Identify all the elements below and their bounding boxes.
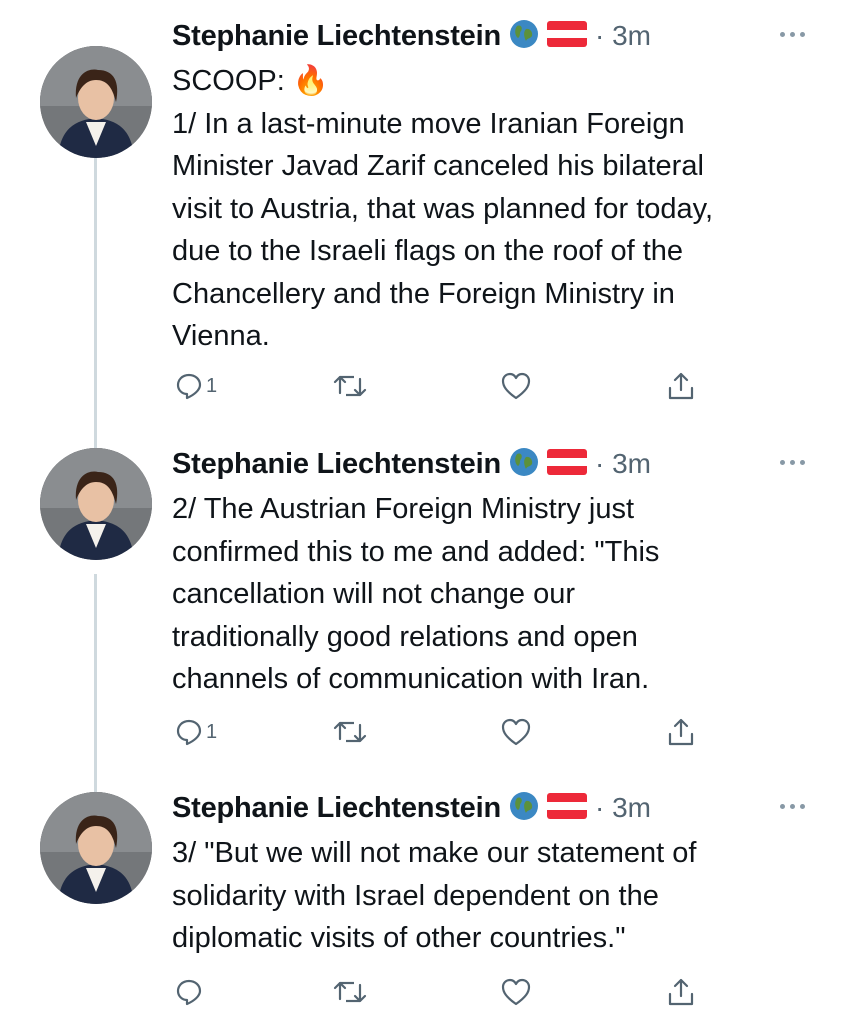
tweet-text: 2/ The Austrian Foreign Ministry just co… bbox=[172, 493, 660, 695]
retweet-button[interactable] bbox=[332, 368, 368, 404]
reply-count: 1 bbox=[206, 720, 218, 743]
retweet-icon bbox=[332, 977, 368, 1007]
author-name[interactable]: Stephanie Liechtenstein bbox=[172, 20, 501, 53]
tweet-text: SCOOP: 🔥 1/ In a last-minute move Irania… bbox=[172, 65, 714, 352]
like-button[interactable] bbox=[500, 974, 532, 1010]
austria-flag-icon bbox=[546, 20, 587, 52]
share-button[interactable] bbox=[666, 368, 696, 404]
thread-connector bbox=[94, 574, 97, 792]
globe-icon bbox=[509, 791, 539, 826]
more-options-icon[interactable] bbox=[774, 452, 810, 472]
more-options-icon[interactable] bbox=[774, 796, 810, 816]
tweet-actions: 1 bbox=[172, 714, 732, 750]
reply-button[interactable]: 1 bbox=[174, 714, 217, 750]
timestamp[interactable]: · 3m bbox=[595, 20, 651, 52]
reply-button[interactable]: 1 bbox=[174, 368, 217, 404]
tweet-header: Stephanie Liechtenstein · 3m bbox=[172, 786, 651, 830]
avatar[interactable] bbox=[40, 46, 152, 158]
avatar[interactable] bbox=[40, 448, 152, 560]
reply-icon bbox=[174, 977, 204, 1007]
timestamp[interactable]: · 3m bbox=[595, 448, 651, 480]
share-icon bbox=[666, 370, 696, 402]
globe-icon bbox=[509, 447, 539, 482]
reply-icon bbox=[174, 717, 204, 747]
globe-icon bbox=[509, 19, 539, 54]
austria-flag-icon bbox=[546, 792, 587, 824]
reply-button[interactable] bbox=[174, 974, 206, 1010]
avatar[interactable] bbox=[40, 792, 152, 904]
share-icon bbox=[666, 716, 696, 748]
retweet-icon bbox=[332, 371, 368, 401]
tweet-actions: 1 bbox=[172, 368, 732, 404]
heart-icon bbox=[500, 717, 532, 747]
share-button[interactable] bbox=[666, 974, 696, 1010]
author-name[interactable]: Stephanie Liechtenstein bbox=[172, 792, 501, 825]
heart-icon bbox=[500, 977, 532, 1007]
retweet-button[interactable] bbox=[332, 974, 368, 1010]
timestamp[interactable]: · 3m bbox=[595, 792, 651, 824]
tweet-header: Stephanie Liechtenstein · 3m bbox=[172, 442, 651, 486]
retweet-icon bbox=[332, 717, 368, 747]
thread-connector bbox=[94, 130, 97, 448]
tweet-header: Stephanie Liechtenstein · 3m bbox=[172, 14, 651, 58]
like-button[interactable] bbox=[500, 714, 532, 750]
tweet-actions bbox=[172, 974, 732, 1010]
reply-count: 1 bbox=[206, 374, 218, 397]
like-button[interactable] bbox=[500, 368, 532, 404]
author-name[interactable]: Stephanie Liechtenstein bbox=[172, 448, 501, 481]
tweet-text: 3/ "But we will not make our statement o… bbox=[172, 837, 697, 954]
austria-flag-icon bbox=[546, 448, 587, 480]
retweet-button[interactable] bbox=[332, 714, 368, 750]
reply-icon bbox=[174, 371, 204, 401]
share-button[interactable] bbox=[666, 714, 696, 750]
more-options-icon[interactable] bbox=[774, 24, 810, 44]
heart-icon bbox=[500, 371, 532, 401]
share-icon bbox=[666, 976, 696, 1008]
